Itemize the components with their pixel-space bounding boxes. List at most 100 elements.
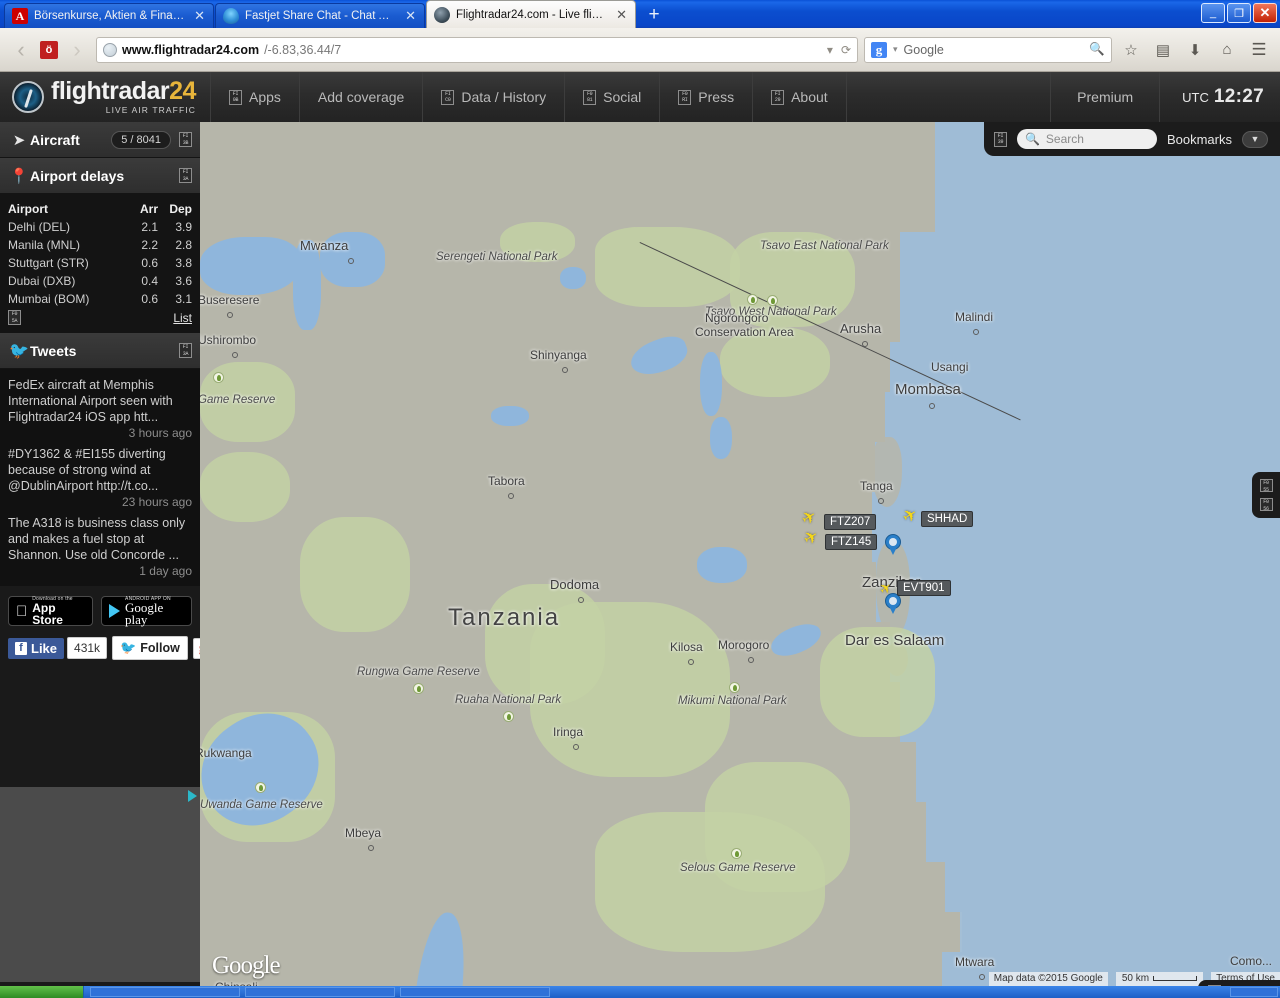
tab-flightradar24[interactable]: Flightradar24.com - Live flight... ✕ <box>426 0 636 28</box>
table-row[interactable]: Mumbai (BOM) 0.6 3.1 <box>8 290 192 308</box>
map-search-placeholder: Search <box>1046 132 1084 146</box>
sidebar-item-aircraft[interactable]: ➤ Aircraft 5 / 8041 FI 3B <box>0 122 200 158</box>
downloads-icon[interactable]: ⬇ <box>1182 37 1208 63</box>
close-icon[interactable]: ✕ <box>614 7 627 23</box>
nav-item-data-history[interactable]: FI C0 Data / History <box>422 72 564 122</box>
list-item[interactable]: FedEx aircraft at Memphis International … <box>8 373 192 442</box>
address-bar-actions: ▾ ⟳ <box>827 43 851 57</box>
broken-image-icon[interactable]: F0 55 <box>1260 479 1273 492</box>
site-identity-icon[interactable]: ö <box>40 41 58 59</box>
column-dep: Dep <box>158 202 192 216</box>
cell-airport: Manila (MNL) <box>8 238 122 252</box>
main-nav: FI 0B Apps Add coverage FI C0 Data / His… <box>210 72 847 122</box>
nav-item-add-coverage[interactable]: Add coverage <box>299 72 422 122</box>
address-bar[interactable]: www.flightradar24.com /-6.83,36.44/7 ▾ ⟳ <box>96 37 858 63</box>
flight-label-ftz145[interactable]: FTZ145 <box>825 534 877 550</box>
ad-choices-icon[interactable] <box>188 790 197 802</box>
back-icon[interactable]: ‹ <box>8 37 34 63</box>
close-icon[interactable]: ✕ <box>192 8 205 24</box>
facebook-like-button[interactable]: f Like <box>8 638 64 659</box>
map-label: Mwanza <box>300 238 348 253</box>
tab-boersenkurse[interactable]: A Börsenkurse, Aktien & Finanz... ✕ <box>4 3 214 28</box>
broken-image-icon[interactable]: F0 5A <box>8 310 21 325</box>
cell-airport: Dubai (DXB) <box>8 274 122 288</box>
broken-image-icon[interactable]: FI 3A <box>179 168 192 183</box>
close-icon[interactable]: ✕ <box>403 8 416 24</box>
site-logo[interactable]: flightradar24 LIVE AIR TRAFFIC <box>0 79 210 115</box>
lake <box>700 352 722 416</box>
hide-ad-label: Hide ad <box>1227 985 1270 986</box>
map-label: Como... <box>1230 954 1272 968</box>
pemba-island <box>872 437 902 507</box>
delay-list-link[interactable]: List <box>173 311 192 325</box>
zanzibar-airport-pin[interactable] <box>885 534 901 556</box>
park-icon <box>747 294 758 305</box>
google-icon: g <box>871 42 887 58</box>
tab-fastjet-share-chat[interactable]: Fastjet Share Chat - Chat Ab... ✕ <box>215 3 425 28</box>
nav-item-apps[interactable]: FI 0B Apps <box>210 72 299 122</box>
forward-icon[interactable]: › <box>64 37 90 63</box>
restore-button[interactable]: ❐ <box>1227 3 1251 23</box>
nav-item-about[interactable]: FI 29 About <box>752 72 847 122</box>
sidebar-item-tweets[interactable]: 🐦 Tweets FI 3A <box>0 333 200 369</box>
delay-table-footer: F0 5A List <box>8 308 192 329</box>
bookmark-star-icon[interactable]: ☆ <box>1118 37 1144 63</box>
chevron-down-icon[interactable]: ▾ <box>893 44 898 55</box>
google-play-button[interactable]: ANDROID APP ON Google play <box>101 596 192 626</box>
map-search-input[interactable]: 🔍 Search <box>1017 129 1157 149</box>
menu-icon[interactable]: ☰ <box>1246 37 1272 63</box>
city-dot <box>508 493 514 499</box>
cell-airport: Delhi (DEL) <box>8 220 122 234</box>
sidebar-advertisement[interactable] <box>0 787 200 982</box>
new-tab-button[interactable]: + <box>640 4 668 28</box>
home-icon[interactable]: ⌂ <box>1214 37 1240 63</box>
logo-text: flightradar24 LIVE AIR TRAFFIC <box>51 79 196 115</box>
taskbar-item[interactable] <box>400 987 550 997</box>
bookmarks-label[interactable]: Bookmarks <box>1167 132 1232 147</box>
list-item[interactable]: The A318 is business class only and make… <box>8 511 192 580</box>
nav-item-social[interactable]: F0 81 Social <box>564 72 659 122</box>
premium-link[interactable]: Premium <box>1050 72 1160 122</box>
start-button[interactable] <box>0 986 84 998</box>
minimize-button[interactable]: _ <box>1201 3 1225 23</box>
search-input[interactable]: g ▾ Google 🔍 <box>864 37 1112 63</box>
map-label: Uwanda Game Reserve <box>200 799 323 811</box>
chevron-down-icon[interactable]: ▾ <box>827 43 833 57</box>
table-row[interactable]: Delhi (DEL) 2.1 3.9 <box>8 218 192 236</box>
sidebar-item-airport-delays[interactable]: 📍 Airport delays FI 3A <box>0 158 200 194</box>
park-icon <box>255 782 266 793</box>
flight-label-ftz207[interactable]: FTZ207 <box>824 514 876 530</box>
broken-image-icon[interactable]: FI 3B <box>179 132 192 147</box>
facebook-like-widget[interactable]: f Like 431k <box>8 637 107 659</box>
broken-image-icon[interactable]: F0 56 <box>1260 498 1273 511</box>
google-plus-button[interactable]: g +1 <box>193 638 200 659</box>
nav-item-press[interactable]: F0 RI Press <box>659 72 752 122</box>
table-row[interactable]: Stuttgart (STR) 0.6 3.8 <box>8 254 192 272</box>
column-arr: Arr <box>122 202 158 216</box>
magnifier-icon[interactable]: 🔍 <box>1089 42 1105 57</box>
reading-list-icon[interactable]: ▤ <box>1150 37 1176 63</box>
table-row[interactable]: Dubai (DXB) 0.4 3.6 <box>8 272 192 290</box>
broken-image-icon[interactable]: FI 39 <box>994 132 1007 147</box>
table-row[interactable]: Manila (MNL) 2.2 2.8 <box>8 236 192 254</box>
taskbar-tray[interactable] <box>1230 987 1278 997</box>
map-canvas[interactable]: Mwanza Serengeti National Park Busereser… <box>200 122 1280 986</box>
tweet-text: #DY1362 & #EI155 diverting because of st… <box>8 446 192 494</box>
flight-label-shhad[interactable]: SHHAD <box>921 511 973 527</box>
map-label: Selous Game Reserve <box>680 862 796 874</box>
city-dot <box>578 597 584 603</box>
twitter-follow-button[interactable]: 🐦 Follow <box>112 636 188 660</box>
broken-image-icon[interactable]: FI 3A <box>179 343 192 358</box>
chevron-down-icon[interactable]: ▼ <box>1242 131 1268 148</box>
nav-label: Social <box>603 89 641 105</box>
taskbar-item[interactable] <box>245 987 395 997</box>
rungwa-area <box>485 584 605 704</box>
taskbar-item[interactable] <box>90 987 240 997</box>
hide-ad-button[interactable]: FI 3A Hide ad <box>1198 980 1280 986</box>
reload-icon[interactable]: ⟳ <box>841 43 851 57</box>
close-window-button[interactable]: ✕ <box>1253 3 1277 23</box>
app-store-button[interactable]:  Download on the App Store <box>8 596 93 626</box>
list-item[interactable]: #DY1362 & #EI155 diverting because of st… <box>8 442 192 511</box>
letter-a-icon: A <box>12 8 28 24</box>
flight-label-evt901[interactable]: EVT901 <box>897 580 951 596</box>
